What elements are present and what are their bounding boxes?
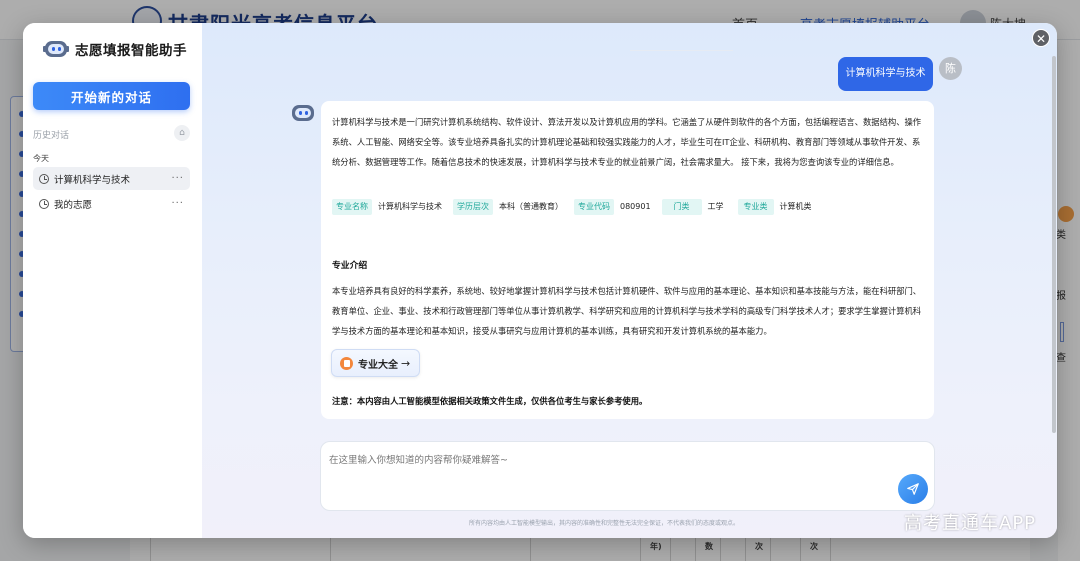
history-item-label: 计算机科学与技术 — [54, 174, 131, 186]
divider — [630, 50, 733, 51]
chat-input-box — [320, 441, 935, 511]
history-item-my-choices[interactable]: 我的志愿 ··· — [33, 192, 190, 215]
assistant-title: 志愿填报智能助手 — [75, 43, 187, 59]
section-body: 本专业培养具有良好的科学素养，系统地、较好地掌握计算机科学与技术包括计算机硬件、… — [332, 286, 922, 336]
ai-notice: 注意：本内容由人工智能模型依据相关政策文件生成，仅供各位考生与家长参考使用。 — [332, 396, 648, 406]
clock-icon — [39, 198, 49, 209]
tag-value: 080901 — [620, 202, 651, 211]
user-avatar: 陈 — [939, 57, 962, 80]
watermark: 高考直通车APP — [904, 513, 1037, 534]
tag-label: 门类 — [661, 198, 702, 215]
home-icon[interactable]: ⌂ — [174, 125, 190, 141]
bot-intro-text: 计算机科学与技术是一门研究计算机系统结构、软件设计、算法开发以及计算机应用的学科… — [332, 117, 922, 167]
robot-avatar-icon — [291, 103, 315, 123]
assistant-modal: 志愿填报智能助手 开始新的对话 历史对话 ⌂ 今天 计算机科学与技术 ··· 我… — [23, 23, 1057, 538]
chat-input[interactable] — [329, 452, 889, 492]
tag-value: 计算机类 — [779, 202, 812, 211]
section-title: 专业介绍 — [332, 261, 368, 271]
clock-icon — [39, 173, 49, 184]
send-button[interactable] — [898, 474, 928, 504]
history-item-cs[interactable]: 计算机科学与技术 ··· — [33, 167, 190, 190]
tag-label: 专业名称 — [332, 198, 372, 215]
sidebar: 志愿填报智能助手 开始新的对话 历史对话 ⌂ 今天 计算机科学与技术 ··· 我… — [23, 23, 202, 538]
tag-value: 计算机科学与技术 — [378, 202, 442, 211]
more-icon[interactable]: ··· — [171, 198, 184, 209]
tag-label: 学历层次 — [453, 198, 493, 215]
more-icon[interactable]: ··· — [171, 173, 184, 184]
robot-icon — [43, 38, 69, 60]
major-info-tags: 专业名称 计算机科学与技术 学历层次 本科（普通教育） 专业代码 080901 … — [332, 198, 823, 215]
brand: 志愿填报智能助手 — [43, 38, 187, 60]
disclaimer: 所有内容均由人工智能模型输出，其内容的准确性和完整性无法完全保证，不代表我们的态… — [469, 520, 740, 527]
tag-value: 工学 — [707, 202, 724, 211]
history-item-label: 我的志愿 — [54, 199, 93, 211]
history-header: 历史对话 ⌂ — [33, 125, 190, 143]
chat-scrollbar[interactable] — [1052, 56, 1056, 433]
tag-value: 本科（普通教育） — [499, 202, 563, 211]
major-catalog-button[interactable]: 专业大全 → — [331, 349, 420, 377]
history-label: 历史对话 — [33, 131, 70, 141]
new-chat-button[interactable]: 开始新的对话 — [33, 82, 190, 110]
tag-label: 专业代码 — [574, 198, 614, 215]
major-catalog-label: 专业大全 — [358, 359, 398, 371]
book-icon — [340, 356, 353, 370]
send-icon — [907, 483, 919, 495]
user-message: 计算机科学与技术 — [838, 57, 933, 91]
today-label: 今天 — [33, 154, 49, 163]
tag-label: 专业类 — [737, 198, 774, 215]
close-icon[interactable]: ✕ — [1032, 29, 1050, 47]
bot-message: 计算机科学与技术是一门研究计算机系统结构、软件设计、算法开发以及计算机应用的学科… — [321, 101, 934, 419]
arrow-right-icon: → — [401, 356, 411, 370]
